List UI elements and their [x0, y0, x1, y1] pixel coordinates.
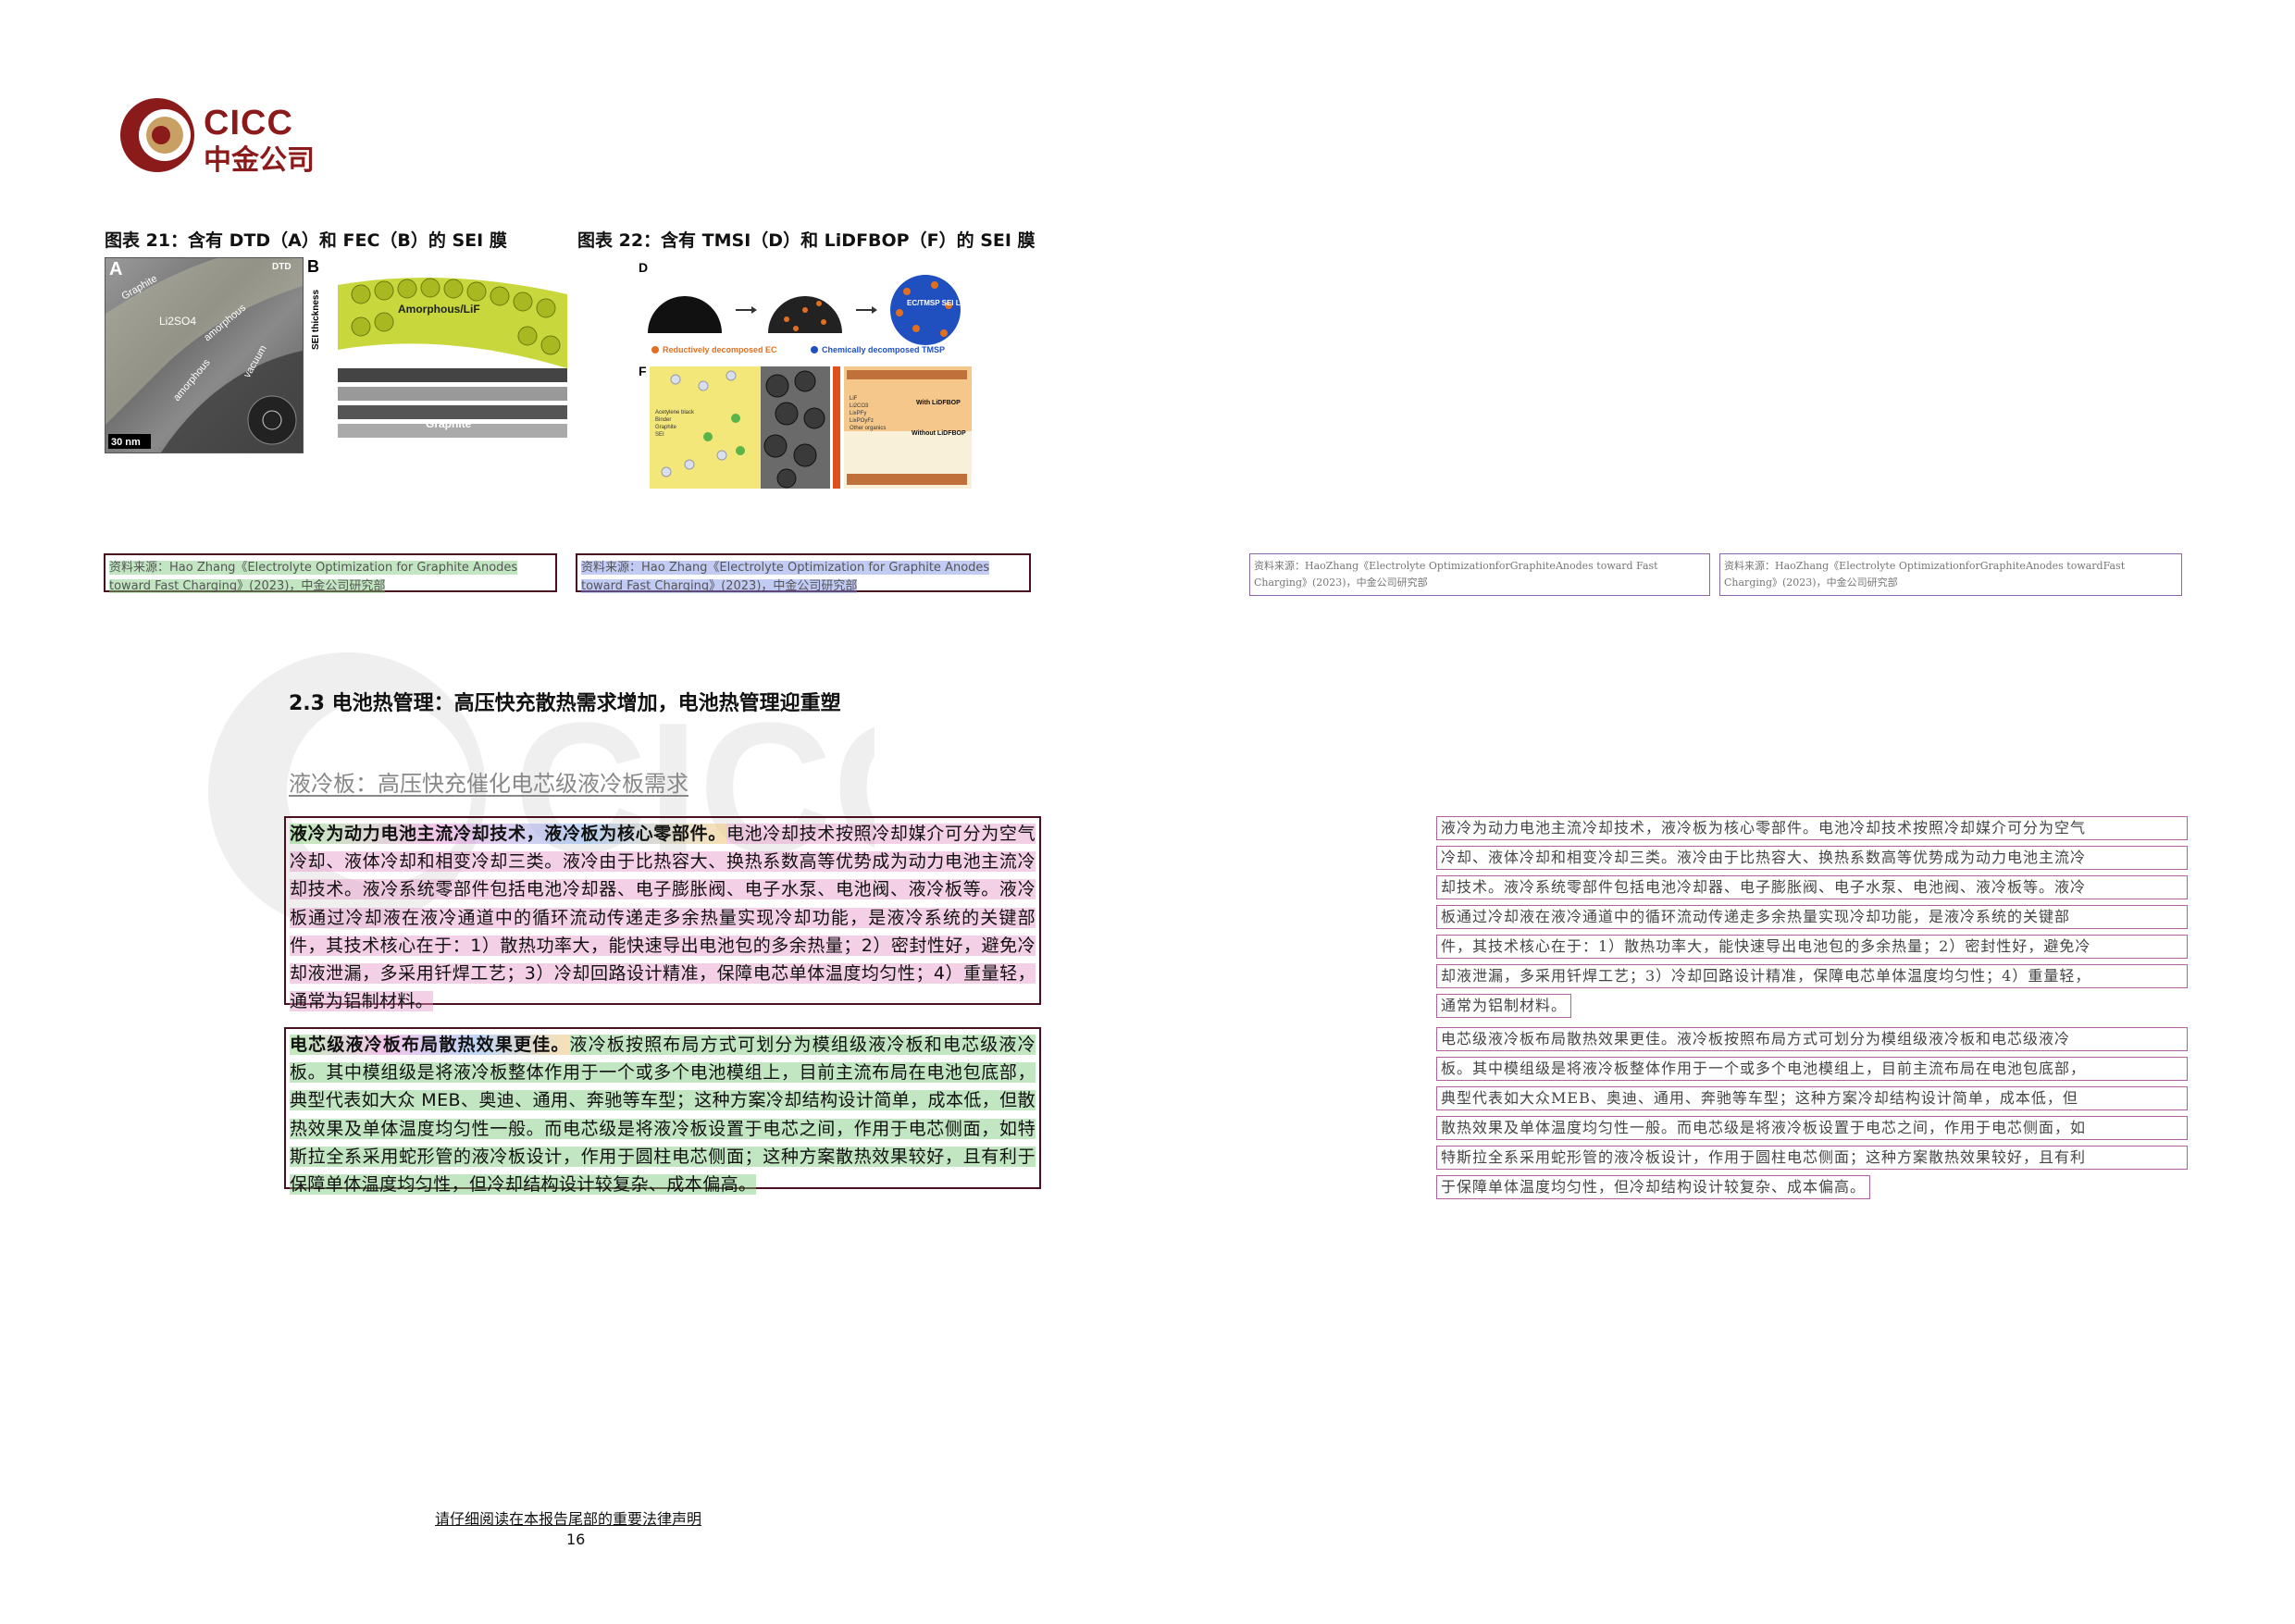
panel-a-amorphous-2: amorphous — [171, 357, 213, 403]
right-paragraph-1: 液冷为动力电池主流冷却技术，液冷板为核心零部件。电池冷却技术按照冷却媒介可分为空… — [1433, 814, 2191, 1018]
figure-21-panel-a-image: A DTD Graphite Li2SO4 amorphous amorphou… — [105, 257, 304, 453]
right-paragraph-2-line-4: 散热效果及单体温度均匀性一般。而电芯级是将液冷板设置于电芯之间，作用于电芯侧面，… — [1436, 1116, 2188, 1140]
right-paragraph-1-line-6: 却液泄漏，多采用钎焊工艺；3）冷却回路设计精准，保障电芯单体温度均匀性；4）重量… — [1436, 964, 2188, 988]
right-source-1-line1: 资料来源：HaoZhang《Electrolyte Optimizationfo… — [1254, 560, 1658, 572]
section-subheading: 液冷板：高压快充催化电芯级液冷板需求 — [289, 771, 688, 797]
panel-b-amorphous: Amorphous/LiF — [398, 303, 480, 316]
panel-a-li2so4: Li2SO4 — [159, 315, 196, 328]
legal-notice-link[interactable]: 请仔细阅读在本报告尾部的重要法律声明 — [435, 1506, 701, 1529]
panel-f-without: Without LiDFBOP — [912, 430, 966, 437]
section-heading: 2.3 电池热管理：高压快充散热需求增加，电池热管理迎重塑 — [289, 692, 841, 715]
panel-f-legend-r-4: Other organics — [850, 426, 886, 431]
cicc-logo-mark-icon — [120, 98, 194, 172]
right-paragraph-2-line-2: 板。其中模组级是将液冷板整体作用于一个或多个电池模组上，目前主流布局在电池包底部… — [1436, 1057, 2188, 1081]
tem-image: A DTD Graphite Li2SO4 amorphous amorphou… — [105, 258, 303, 452]
panel-d-legend-2: Chemically decomposed TMSP — [822, 345, 945, 354]
panel-a-tag: DTD — [272, 262, 292, 272]
panel-f-legend-r-3: LixPOyFz — [850, 418, 874, 424]
paragraph-2: 电芯级液冷板布局散热效果更佳。液冷板按照布局方式可划分为模组级液冷板和电芯级液冷… — [284, 1027, 1041, 1196]
figure-22-source: 资料来源：Hao Zhang《Electrolyte Optimization … — [576, 553, 1031, 593]
right-source-2-line1: 资料来源：HaoZhang《Electrolyte Optimizationfo… — [1724, 560, 2126, 572]
panel-b-thickness: SEI thickness — [311, 290, 321, 350]
logo-text-cn: 中金公司 — [204, 144, 315, 177]
right-paragraph-2-line-1: 电芯级液冷板布局散热效果更佳。液冷板按照布局方式可划分为模组级液冷板和电芯级液冷 — [1436, 1027, 2188, 1051]
right-source-2-line2: Charging》(2023)，中金公司研究部 — [1724, 576, 1898, 589]
right-paragraph-1-line-5: 件，其技术核心在于：1）散热功率大，能快速导出电池包的多余热量；2）密封性好，避… — [1436, 935, 2188, 959]
panel-a-scale: 30 nm — [111, 437, 141, 448]
figure-21-title: 图表 21：含有 DTD（A）和 FEC（B）的 SEI 膜 — [105, 230, 507, 251]
paragraph-2-body: 液冷板按照布局方式可划分为模组级液冷板和电芯级液冷板。其中模组级是将液冷板整体作… — [290, 1035, 1036, 1196]
cicc-logo: CICC 中金公司 — [118, 96, 341, 177]
right-paragraph-1-line-2: 冷却、液体冷却和相变冷却三类。液冷由于比热容大、换热系数高等优势成为动力电池主流… — [1436, 846, 2188, 870]
right-paragraph-2: 电芯级液冷板布局散热效果更佳。液冷板按照布局方式可划分为模组级液冷板和电芯级液冷… — [1433, 1025, 2191, 1199]
right-paragraph-2-line-6: 于保障单体温度均匀性，但冷却结构设计较复杂、成本偏高。 — [1436, 1175, 1871, 1199]
paragraph-2-lead: 电芯级液冷板布局散热效果更佳。 — [290, 1035, 570, 1055]
figure-22-panel-f-image: F Acetylene black Binder Graphite SEI Li… — [639, 363, 972, 490]
figure-22-panel-d-image: D EC/TMSP SEI Layer Reductively decompos… — [639, 259, 975, 361]
right-paragraph-1-line-3: 却技术。液冷系统零部件包括电池冷却器、电子膨胀阀、电子水泵、电池阀、液冷板等。液… — [1436, 875, 2188, 899]
panel-d-legend-1: Reductively decomposed EC — [663, 345, 777, 354]
panel-d-letter: D — [639, 260, 648, 275]
tmsp-diagram: D EC/TMSP SEI Layer Reductively decompos… — [639, 260, 975, 354]
right-source-1: 资料来源：HaoZhang《Electrolyte Optimizationfo… — [1249, 553, 1710, 596]
lidfbop-diagram: F Acetylene black Binder Graphite SEI Li… — [639, 364, 972, 489]
panel-d-layer: EC/TMSP SEI Layer — [907, 299, 972, 307]
panel-f-legend-r-1: Li2CO3 — [850, 403, 869, 409]
panel-f-legend-0: Acetylene black — [655, 410, 695, 415]
right-paragraph-1-line-4: 板通过冷却液在液冷通道中的循环流动传递走多余热量实现冷却功能，是液冷系统的关键部 — [1436, 905, 2188, 929]
paragraph-1-lead: 液冷为动力电池主流冷却技术，液冷板为核心零部件。 — [290, 824, 726, 844]
figure-21-source: 资料来源：Hao Zhang《Electrolyte Optimization … — [104, 553, 557, 593]
panel-f-legend-r-2: LixPFy — [850, 411, 866, 416]
right-source-1-line2: Charging》(2023)，中金公司研究部 — [1254, 576, 1428, 589]
panel-b-letter: B — [307, 257, 319, 276]
paragraph-1-body: 电池冷却技术按照冷却媒介可分为空气冷却、液体冷却和相变冷却三类。液冷由于比热容大… — [290, 824, 1036, 1012]
panel-b-graphite: Graphite — [426, 417, 472, 430]
figure-22-title: 图表 22：含有 TMSI（D）和 LiDFBOP（F）的 SEI 膜 — [577, 230, 1036, 251]
figure-21-source-text: 资料来源：Hao Zhang《Electrolyte Optimization … — [109, 561, 518, 593]
sei-diagram: B SEI thickness Amorphous/LiF Graphite — [307, 257, 567, 438]
right-paragraph-2-line-5: 特斯拉全系采用蛇形管的液冷板设计，作用于圆柱电芯侧面；这种方案散热效果较好，且有… — [1436, 1146, 2188, 1170]
panel-f-legend-3: SEI — [655, 432, 664, 438]
panel-f-letter: F — [639, 364, 647, 378]
right-paragraph-1-line-1: 液冷为动力电池主流冷却技术，液冷板为核心零部件。电池冷却技术按照冷却媒介可分为空… — [1436, 816, 2188, 840]
right-source-2: 资料来源：HaoZhang《Electrolyte Optimizationfo… — [1719, 553, 2182, 596]
right-paragraph-2-line-3: 典型代表如大众MEB、奥迪、通用、奔驰等车型；这种方案冷却结构设计简单，成本低，… — [1436, 1086, 2188, 1110]
right-paragraph-1-line-7: 通常为铝制材料。 — [1436, 994, 1572, 1018]
panel-f-legend-r-0: LiF — [850, 396, 858, 402]
paragraph-1: 液冷为动力电池主流冷却技术，液冷板为核心零部件。电池冷却技术按照冷却媒介可分为空… — [284, 816, 1041, 1012]
page-number: 16 — [566, 1531, 586, 1548]
figure-22-source-text: 资料来源：Hao Zhang《Electrolyte Optimization … — [581, 561, 990, 593]
panel-f-with: With LiDFBOP — [916, 400, 961, 406]
panel-f-legend-1: Binder — [655, 417, 671, 423]
panel-f-legend-2: Graphite — [655, 425, 677, 430]
figure-21-panel-b-image: B SEI thickness Amorphous/LiF Graphite — [305, 257, 567, 452]
panel-a-letter: A — [109, 259, 122, 279]
